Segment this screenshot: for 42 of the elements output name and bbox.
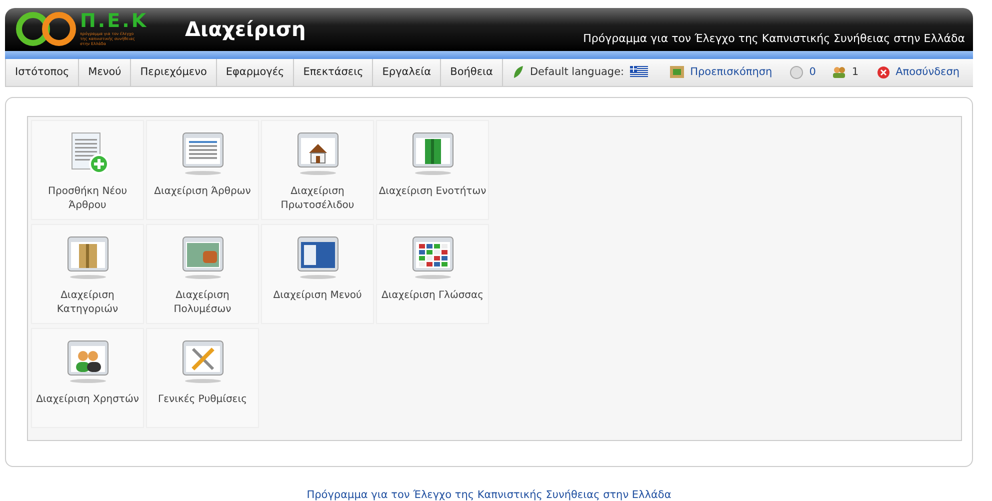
logo-letters: Π.Ε.Κ [80, 12, 148, 32]
message-icon [790, 66, 804, 79]
footer-link[interactable]: Πρόγραμμα για τον Έλεγχο της Καπνιστικής Συνήθειας στην Ελλάδα [306, 489, 672, 501]
tools-icon [180, 339, 224, 383]
users-icon [832, 66, 846, 78]
flag-icon [630, 66, 648, 78]
menu-item[interactable]: Εργαλεία [373, 58, 442, 86]
menu-item[interactable]: Μενού [79, 58, 132, 86]
preview-icon [670, 66, 684, 78]
flags-icon [410, 235, 454, 279]
online-users-count: 1 [852, 66, 859, 78]
control-panel-tile[interactable]: Διαχείριση Πολυμέσων [146, 224, 259, 324]
control-panel-tile[interactable]: Διαχείριση Πρωτοσέλιδου [261, 120, 374, 220]
document-list-icon [180, 131, 224, 175]
control-panel-tile[interactable]: Διαχείριση Άρθρων [146, 120, 259, 220]
window-menu-icon [296, 235, 340, 279]
control-panel-tile[interactable]: Προσθήκη Νέου Άρθρου [31, 120, 144, 220]
folder-icon [66, 235, 110, 279]
logo-icon [15, 10, 77, 48]
menu-item[interactable]: Περιεχόμενο [131, 58, 217, 86]
page-title: Διαχείριση [185, 17, 306, 41]
control-panel-tile[interactable]: Γενικές Ρυθμίσεις [146, 328, 259, 428]
control-panel-tile[interactable]: Διαχείριση Χρηστών [31, 328, 144, 428]
menu-item[interactable]: Εφαρμογές [216, 58, 294, 86]
control-panel-tile[interactable]: Διαχείριση Γλώσσας [376, 224, 489, 324]
message-count[interactable]: 0 [809, 66, 816, 78]
preview-link[interactable]: Προεπισκόπηση [690, 66, 772, 78]
menu-item[interactable]: Βοήθεια [441, 58, 503, 86]
menu-item[interactable]: Ιστότοπος [6, 58, 80, 86]
control-panel-tile[interactable]: Διαχείριση Κατηγοριών [31, 224, 144, 324]
logout-icon [876, 66, 890, 79]
control-panel-tile[interactable]: Διαχείριση Ενοτήτων [376, 120, 489, 220]
folder-icon [410, 131, 454, 175]
image-icon [180, 235, 224, 279]
menu-item[interactable]: Επεκτάσεις [294, 58, 374, 86]
leaf-icon [512, 65, 524, 80]
control-panel-tile[interactable]: Διαχείριση Μενού [261, 224, 374, 324]
users-icon [66, 339, 110, 383]
house-icon [296, 131, 340, 175]
site-subtitle: Πρόγραμμα για τον Έλεγχο της Καπνιστικής Συνήθειας στην Ελλάδα [583, 32, 965, 45]
language-label: Default language: [530, 66, 624, 78]
logout-link[interactable]: Αποσύνδεση [896, 66, 960, 78]
